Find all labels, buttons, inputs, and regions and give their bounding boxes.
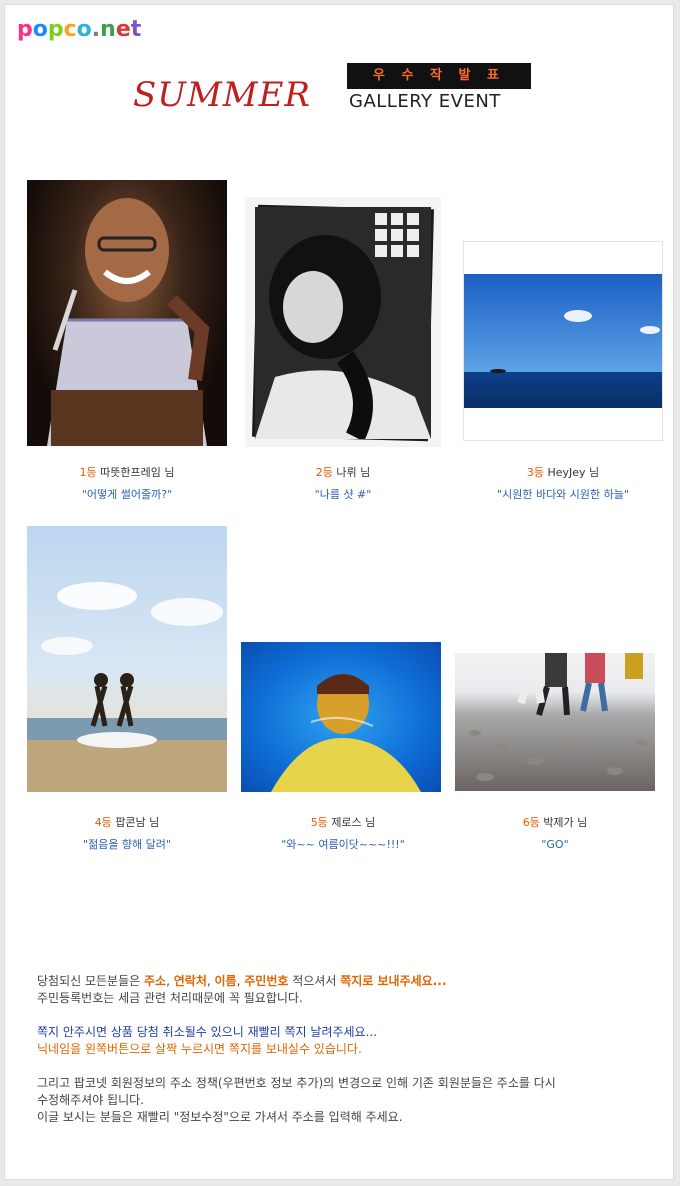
photo-6-illustration	[469, 653, 647, 781]
notice-text: 당첨되신 모든분들은 주소, 연락처, 이름, 주민번호 적으셔서 쪽지로 보내…	[37, 973, 637, 1126]
winner-caption-5: 5등 제로스 님 "와~~ 여름이닷~~~!!!"	[233, 815, 453, 853]
winner-quote: "젊음을 향해 달려"	[83, 838, 171, 851]
logo-letter: e	[115, 17, 131, 42]
winner-quote: "시원한 바다와 시원한 하늘"	[497, 488, 629, 501]
notice-line-3: 쪽지 안주시면 상품 당첨 취소될수 있으니 재빨리 쪽지 날려주세요...	[37, 1025, 378, 1039]
winner-caption-1: 1등 따뜻한프레임 님 "어떻게 썰어줄까?"	[17, 465, 237, 503]
rank-label: 2등	[315, 466, 333, 479]
rank-label: 4등	[94, 816, 112, 829]
notice-highlight: 연락처	[173, 974, 207, 988]
photo-3[interactable]	[463, 241, 663, 441]
photo-5-illustration	[271, 674, 421, 792]
notice-highlight: 이름	[214, 974, 237, 988]
photo-2[interactable]	[245, 197, 441, 447]
winner-caption-2: 2등 나뤼 님 "나름 샷 #"	[233, 465, 453, 503]
logo-letter: o	[76, 17, 92, 42]
logo-letter: t	[130, 17, 142, 42]
winner-nickname[interactable]: 제로스 님	[331, 816, 375, 829]
winner-nickname[interactable]: 팝콘남 님	[115, 816, 159, 829]
notice-highlight: 주민번호	[244, 974, 289, 988]
notice-highlight: 주소	[144, 974, 167, 988]
winner-nickname[interactable]: HeyJey 님	[547, 466, 599, 479]
banner-summer-text: SUMMER	[133, 75, 311, 115]
winner-caption-4: 4등 팝콘남 님 "젊음을 향해 달려"	[17, 815, 237, 853]
rank-label: 6등	[522, 816, 540, 829]
winner-caption-6: 6등 박제가 님 "GO"	[445, 815, 665, 853]
logo-letter: p	[17, 17, 33, 42]
rank-label: 5등	[310, 816, 328, 829]
notice-line-2: 주민등록번호는 세금 관련 처리때문에 꼭 필요합니다.	[37, 991, 303, 1005]
event-banner: 우 수 작 발 표 SUMMER GALLERY EVENT	[133, 63, 553, 123]
winner-quote: "나름 샷 #"	[314, 488, 372, 501]
notice-line-1: 당첨되신 모든분들은 주소, 연락처, 이름, 주민번호 적으셔서 쪽지로 보내…	[37, 973, 637, 990]
winner-announcement-label: 우 수 작 발 표	[347, 63, 531, 89]
logo-letter: o	[32, 17, 48, 42]
notice-text-part: ,	[166, 974, 174, 988]
notice-text-part: 당첨되신 모든분들은	[37, 974, 144, 988]
popco-logo[interactable]: popco.net	[17, 17, 141, 42]
photo-6[interactable]	[455, 653, 655, 791]
photo-1[interactable]	[27, 180, 227, 446]
winner-nickname[interactable]: 박제가 님	[543, 816, 587, 829]
photo-4[interactable]	[27, 526, 227, 792]
logo-letter: n	[100, 17, 116, 42]
winner-quote: "어떻게 썰어줄까?"	[81, 488, 173, 501]
rank-label: 3등	[526, 466, 544, 479]
notice-line-7: 이글 보시는 분들은 재빨리 "정보수정"으로 가셔서 주소를 입력해 주세요.	[37, 1110, 403, 1124]
photo-1-illustration	[47, 198, 210, 446]
rank-label: 1등	[79, 466, 97, 479]
photo-3-illustration	[490, 310, 660, 373]
logo-letter: .	[91, 17, 101, 42]
banner-gallery-event-text: GALLERY EVENT	[349, 91, 501, 112]
winner-nickname[interactable]: 나뤼 님	[336, 466, 370, 479]
notice-line-4: 닉네임을 왼쪽버튼으로 살짝 누르시면 쪽지를 보내실수 있습니다.	[37, 1042, 362, 1056]
notice-highlight: 쪽지로 보내주세요...	[340, 974, 447, 988]
notice-text-part: ,	[206, 974, 215, 988]
notice-line-6: 수정해주셔야 됩니다.	[37, 1093, 144, 1107]
photo-2-illustration	[255, 207, 431, 439]
notice-line-5: 그리고 팝코넷 회원정보의 주소 정책(우편번호 정보 추가)의 변경으로 인해…	[37, 1076, 556, 1090]
winner-nickname[interactable]: 따뜻한프레임 님	[100, 466, 174, 479]
winner-quote: "와~~ 여름이닷~~~!!!"	[281, 838, 405, 851]
photo-4-illustration	[27, 582, 227, 792]
notice-text-part: 적으셔서	[288, 974, 341, 988]
winner-caption-3: 3등 HeyJey 님 "시원한 바다와 시원한 하늘"	[453, 465, 673, 503]
winner-quote: "GO"	[541, 838, 569, 851]
page-frame: popco.net 우 수 작 발 표 SUMMER GALLERY EVENT	[4, 4, 674, 1180]
logo-letter: c	[63, 17, 77, 42]
logo-letter: p	[47, 17, 64, 42]
photo-5[interactable]	[241, 642, 441, 792]
